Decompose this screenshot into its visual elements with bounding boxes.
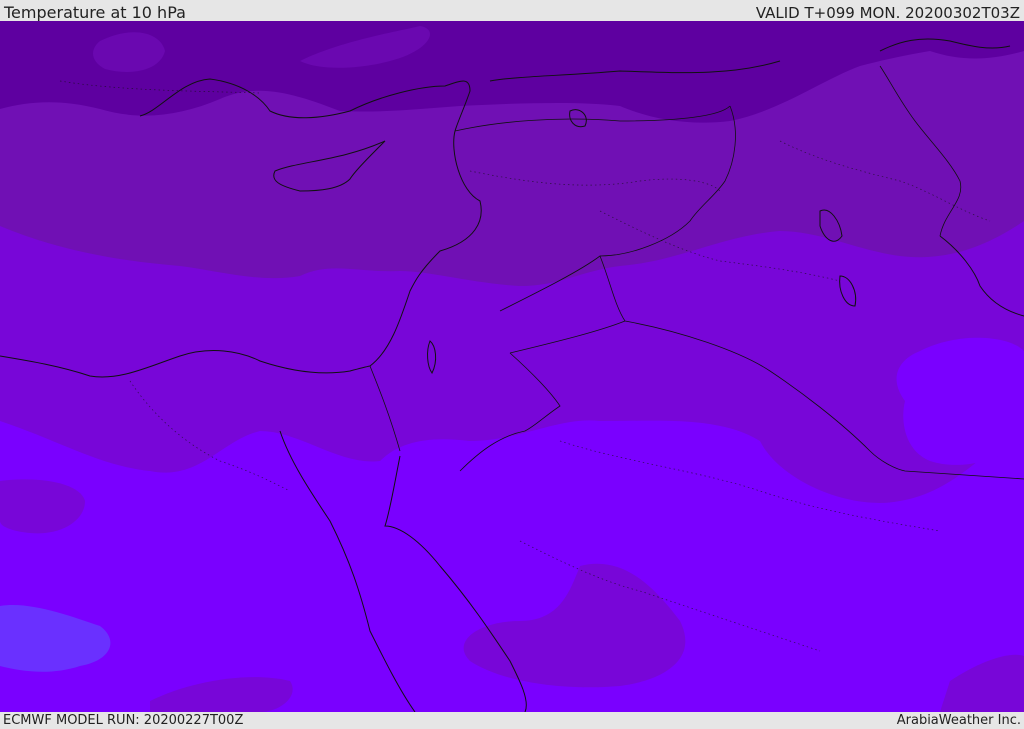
temperature-band-warm-blob xyxy=(896,337,1024,465)
weather-map[interactable] xyxy=(0,21,1024,712)
model-run-label: ECMWF MODEL RUN: 20200227T00Z xyxy=(3,713,244,728)
valid-time-label: VALID T+099 MON. 20200302T03Z xyxy=(755,4,1020,22)
credit-label: ArabiaWeather Inc. xyxy=(896,713,1021,728)
header-bar: Temperature at 10 hPa VALID T+099 MON. 2… xyxy=(0,0,1024,22)
map-canvas xyxy=(0,21,1024,712)
footer-bar: ECMWF MODEL RUN: 20200227T00Z ArabiaWeat… xyxy=(0,712,1024,729)
map-title: Temperature at 10 hPa xyxy=(4,3,186,22)
